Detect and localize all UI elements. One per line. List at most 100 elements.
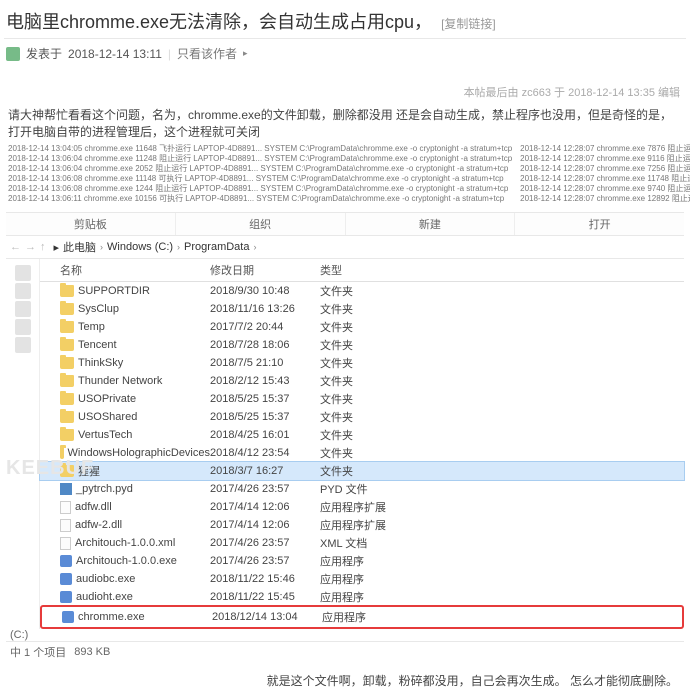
only-author-link[interactable]: 只看该作者: [177, 45, 237, 62]
process-logs: 2018-12-14 13:04:05 chromme.exe 11648 飞扑…: [0, 144, 690, 210]
drive-label[interactable]: (C:): [6, 629, 28, 641]
bc-pc[interactable]: 此电脑: [63, 239, 96, 255]
exe-icon: [60, 573, 72, 585]
file-date: 2018/5/25 15:37: [210, 393, 320, 405]
file-type: 应用程序: [320, 589, 400, 605]
post-title: 电脑里chromme.exe无法清除，会自动生成占用cpu， [复制链接]: [0, 0, 690, 38]
file-row[interactable]: SUPPORTDIR2018/9/30 10:48文仵夹: [40, 282, 684, 300]
watermark: KEEBUF: [6, 457, 94, 480]
file-row[interactable]: USOPrivate2018/5/25 15:37文件夹: [40, 390, 684, 408]
file-date: 2018/11/22 15:46: [210, 573, 320, 585]
file-row[interactable]: Thunder Network 2018/2/12 15:43文件夹: [40, 372, 684, 390]
toolbar-open[interactable]: 打开: [515, 213, 684, 235]
file-name: VertusTech: [78, 429, 132, 441]
file-icon: [60, 519, 71, 532]
folder-icon: [60, 375, 74, 387]
file-type: 文件夹: [320, 445, 400, 461]
pyd-icon: [60, 483, 72, 495]
file-row[interactable]: USOShared2018/5/25 15:37文件夹: [40, 408, 684, 426]
post-body: 请大神帮忙看看这个问题，名为，chromme.exe的文件卸载，删除都没用 还是…: [0, 106, 690, 144]
sidebar-icon[interactable]: [15, 283, 31, 299]
process-row: 2018-12-14 13:06:04 chromme.exe 11248 阻止…: [8, 154, 512, 164]
file-date: 2018/3/7 16:27: [210, 465, 320, 477]
file-row[interactable]: Architouch-1.0.0.exe2017/4/26 23:57应用程序: [40, 552, 684, 570]
file-row[interactable]: VertusTech2018/4/25 16:01文件夹: [40, 426, 684, 444]
toolbar-new[interactable]: 新建: [346, 213, 516, 235]
file-date: 2018/4/25 16:01: [210, 429, 320, 441]
file-row[interactable]: ThinkSky2018/7/5 21:10文件夹: [40, 354, 684, 372]
process-row: 2018-12-14 13:04:05 chromme.exe 11648 飞扑…: [8, 144, 512, 154]
process-row: 2018-12-14 12:28:07 chromme.exe 9116 阻止运…: [520, 154, 690, 164]
file-type: 文件夹: [320, 337, 400, 353]
bc-folder[interactable]: ProgramData: [184, 241, 249, 253]
file-name: Architouch-1.0.0.xml: [75, 537, 175, 549]
file-type: 文件夹: [320, 373, 400, 389]
column-headers[interactable]: 名称 修改日期 类型: [40, 259, 684, 282]
folder-icon: [60, 429, 74, 441]
file-name: Thunder Network: [78, 375, 162, 387]
file-date: 2017/4/26 23:57: [210, 555, 320, 567]
file-date: 2018/5/25 15:37: [210, 411, 320, 423]
file-row[interactable]: audioht.exe2018/11/22 15:45应用程序: [40, 588, 684, 606]
process-row: 2018-12-14 12:28:07 chromme.exe 12892 阻止…: [520, 194, 690, 204]
col-name[interactable]: 名称: [40, 262, 210, 278]
col-date[interactable]: 修改日期: [210, 262, 320, 278]
folder-icon: [60, 303, 74, 315]
sidebar-icon[interactable]: [15, 337, 31, 353]
file-name: SUPPORTDIR: [78, 285, 150, 297]
explorer-sidebar[interactable]: [6, 259, 40, 629]
folder-icon: [60, 393, 74, 405]
file-row[interactable]: Temp2017/7/2 20:44文件夹: [40, 318, 684, 336]
col-type[interactable]: 类型: [320, 262, 400, 278]
file-icon: [60, 537, 71, 550]
exe-icon: [60, 555, 72, 567]
highlighted-row: chromme.exe2018/12/14 13:04应用程序: [40, 605, 684, 629]
file-row[interactable]: audiobc.exe2018/11/22 15:46应用程序: [40, 570, 684, 588]
file-name: USOShared: [78, 411, 137, 423]
file-name: audiobc.exe: [76, 573, 135, 585]
exe-icon: [62, 611, 74, 623]
file-date: 2018/12/14 13:04: [212, 611, 322, 623]
status-selection: 中 1 个项目: [10, 644, 66, 660]
file-date: 2017/4/26 23:57: [210, 537, 320, 549]
file-type: PYD 文件: [320, 481, 400, 497]
chevron-down-icon[interactable]: ▸: [243, 48, 248, 59]
file-date: 2018/2/12 15:43: [210, 375, 320, 387]
process-row: 2018-12-14 12:28:07 chromme.exe 9740 阻止运…: [520, 184, 690, 194]
file-date: 2017/4/14 12:06: [210, 519, 320, 531]
file-row[interactable]: 猩猩2018/3/7 16:27文件夹: [40, 462, 684, 480]
file-date: 2018/11/22 15:45: [210, 591, 320, 603]
file-date: 2018/11/16 13:26: [210, 303, 320, 315]
file-row[interactable]: _pytrch.pyd2017/4/26 23:57PYD 文件: [40, 480, 684, 498]
toolbar-organize[interactable]: 组织: [176, 213, 346, 235]
copy-link[interactable]: [复制链接]: [441, 17, 496, 31]
folder-icon: [60, 321, 74, 333]
file-row[interactable]: Architouch-1.0.0.xml2017/4/26 23:57XML 文…: [40, 534, 684, 552]
sidebar-icon[interactable]: [15, 319, 31, 335]
sidebar-icon[interactable]: [15, 301, 31, 317]
file-row[interactable]: SysClup2018/11/16 13:26文件夹: [40, 300, 684, 318]
file-row[interactable]: Tencent2018/7/28 18:06文件夹: [40, 336, 684, 354]
posted-prefix: 发表于: [26, 45, 62, 62]
nav-up-icon[interactable]: ↑: [40, 241, 46, 253]
toolbar-clipboard[interactable]: 剪贴板: [6, 213, 176, 235]
sidebar-icon[interactable]: [15, 265, 31, 281]
nav-back-icon[interactable]: ←: [10, 241, 21, 253]
file-type: 应用程序: [320, 553, 400, 569]
breadcrumb[interactable]: ←→↑ ▸ 此电脑 › Windows (C:) › ProgramData ›: [6, 236, 684, 259]
file-row[interactable]: WindowsHolographicDevices2018/4/12 23:54…: [40, 444, 684, 462]
file-name: Temp: [78, 321, 105, 333]
nav-fwd-icon[interactable]: →: [25, 241, 36, 253]
file-type: 文件夹: [320, 319, 400, 335]
bc-drive[interactable]: Windows (C:): [107, 241, 173, 253]
file-type: 应用程序: [322, 609, 402, 625]
file-type: 文件夹: [320, 463, 400, 479]
file-type: 文件夹: [320, 391, 400, 407]
file-row[interactable]: adfw.dll2017/4/14 12:06应用程序扩展: [40, 498, 684, 516]
post-conclusion: 就是这个文件啊，卸载，粉碎都没用，自己会再次生成。 怎么才能彻底删除。: [0, 664, 690, 697]
file-row[interactable]: adfw-2.dll2017/4/14 12:06应用程序扩展: [40, 516, 684, 534]
file-date: 2018/7/5 21:10: [210, 357, 320, 369]
file-type: 文件夹: [320, 355, 400, 371]
file-row[interactable]: chromme.exe2018/12/14 13:04应用程序: [42, 608, 682, 626]
folder-icon: [60, 411, 74, 423]
